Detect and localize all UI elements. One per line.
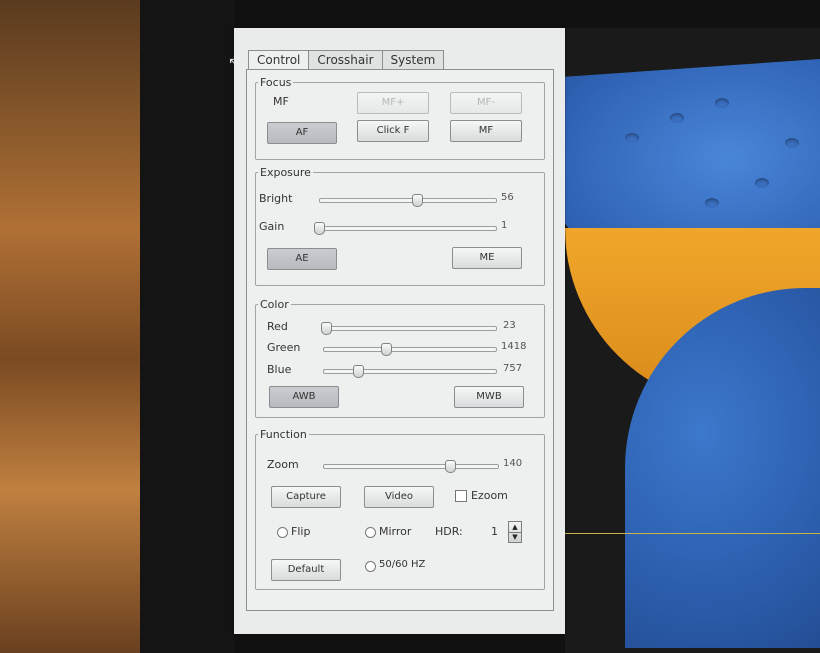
focus-legend: Focus xyxy=(260,76,292,89)
video-button[interactable]: Video xyxy=(364,486,434,508)
gain-value: 1 xyxy=(501,220,508,231)
red-label: Red xyxy=(267,320,288,333)
mf-button[interactable]: MF xyxy=(450,120,522,142)
exposure-legend: Exposure xyxy=(260,166,311,179)
mf-plus-button[interactable]: MF+ xyxy=(357,92,429,114)
flip-radio[interactable] xyxy=(277,527,288,538)
tab-crosshair[interactable]: Crosshair xyxy=(308,50,383,69)
red-slider-thumb[interactable] xyxy=(321,322,333,335)
green-value: 1418 xyxy=(501,341,527,352)
tab-control[interactable]: Control xyxy=(248,50,310,70)
default-button[interactable]: Default xyxy=(271,559,341,581)
capture-button[interactable]: Capture xyxy=(271,486,341,508)
mirror-radio[interactable] xyxy=(365,527,376,538)
blue-value: 757 xyxy=(503,363,523,374)
me-button[interactable]: ME xyxy=(452,247,522,269)
focus-mode-label: MF xyxy=(273,95,289,108)
hdr-label: HDR: xyxy=(435,525,463,538)
blue-slider[interactable] xyxy=(323,365,497,378)
mwb-button[interactable]: MWB xyxy=(454,386,524,408)
red-value: 23 xyxy=(503,320,516,331)
function-legend: Function xyxy=(260,428,307,441)
red-slider[interactable] xyxy=(321,322,497,335)
gain-slider-thumb[interactable] xyxy=(314,222,325,235)
control-tab-body: Focus MF MF+ MF- AF Click F MF Exposure … xyxy=(246,69,554,611)
green-label: Green xyxy=(267,341,301,354)
click-focus-button[interactable]: Click F xyxy=(357,120,429,142)
mirror-label: Mirror xyxy=(379,525,412,538)
green-slider[interactable] xyxy=(323,343,497,356)
spin-down-icon[interactable]: ▼ xyxy=(509,532,521,542)
focus-group: Focus xyxy=(255,76,545,160)
hz-label: 50/60 HZ xyxy=(379,559,426,570)
tab-bar: Control Crosshair System xyxy=(248,50,445,70)
green-slider-thumb[interactable] xyxy=(380,343,392,356)
hz-radio[interactable] xyxy=(365,561,376,572)
bright-value: 56 xyxy=(501,192,514,203)
awb-button[interactable]: AWB xyxy=(269,386,339,408)
monitor-bezel xyxy=(140,0,235,653)
camera-live-view xyxy=(565,28,820,653)
zoom-slider[interactable] xyxy=(323,460,499,473)
bright-slider[interactable] xyxy=(319,194,497,207)
gain-label: Gain xyxy=(259,220,285,233)
hdr-value[interactable]: 1 xyxy=(491,525,498,538)
af-button[interactable]: AF xyxy=(267,122,337,144)
blue-label: Blue xyxy=(267,363,292,376)
bright-slider-thumb[interactable] xyxy=(411,194,423,207)
flip-label: Flip xyxy=(291,525,311,538)
bright-label: Bright xyxy=(259,192,293,205)
ezoom-label: Ezoom xyxy=(471,489,508,502)
ae-button[interactable]: AE xyxy=(267,248,337,270)
gain-slider[interactable] xyxy=(314,222,497,235)
zoom-value: 140 xyxy=(503,458,523,469)
camera-control-panel: Control Crosshair System Focus MF MF+ MF… xyxy=(234,28,565,634)
blue-slider-thumb[interactable] xyxy=(352,365,364,378)
ezoom-checkbox[interactable] xyxy=(455,490,467,502)
mf-minus-button[interactable]: MF- xyxy=(450,92,522,114)
color-legend: Color xyxy=(260,298,289,311)
zoom-slider-thumb[interactable] xyxy=(444,460,456,473)
tab-system[interactable]: System xyxy=(381,50,445,69)
zoom-label: Zoom xyxy=(267,458,299,471)
background-photo-left xyxy=(0,0,140,653)
hdr-spinner[interactable]: ▲ ▼ xyxy=(508,521,522,543)
